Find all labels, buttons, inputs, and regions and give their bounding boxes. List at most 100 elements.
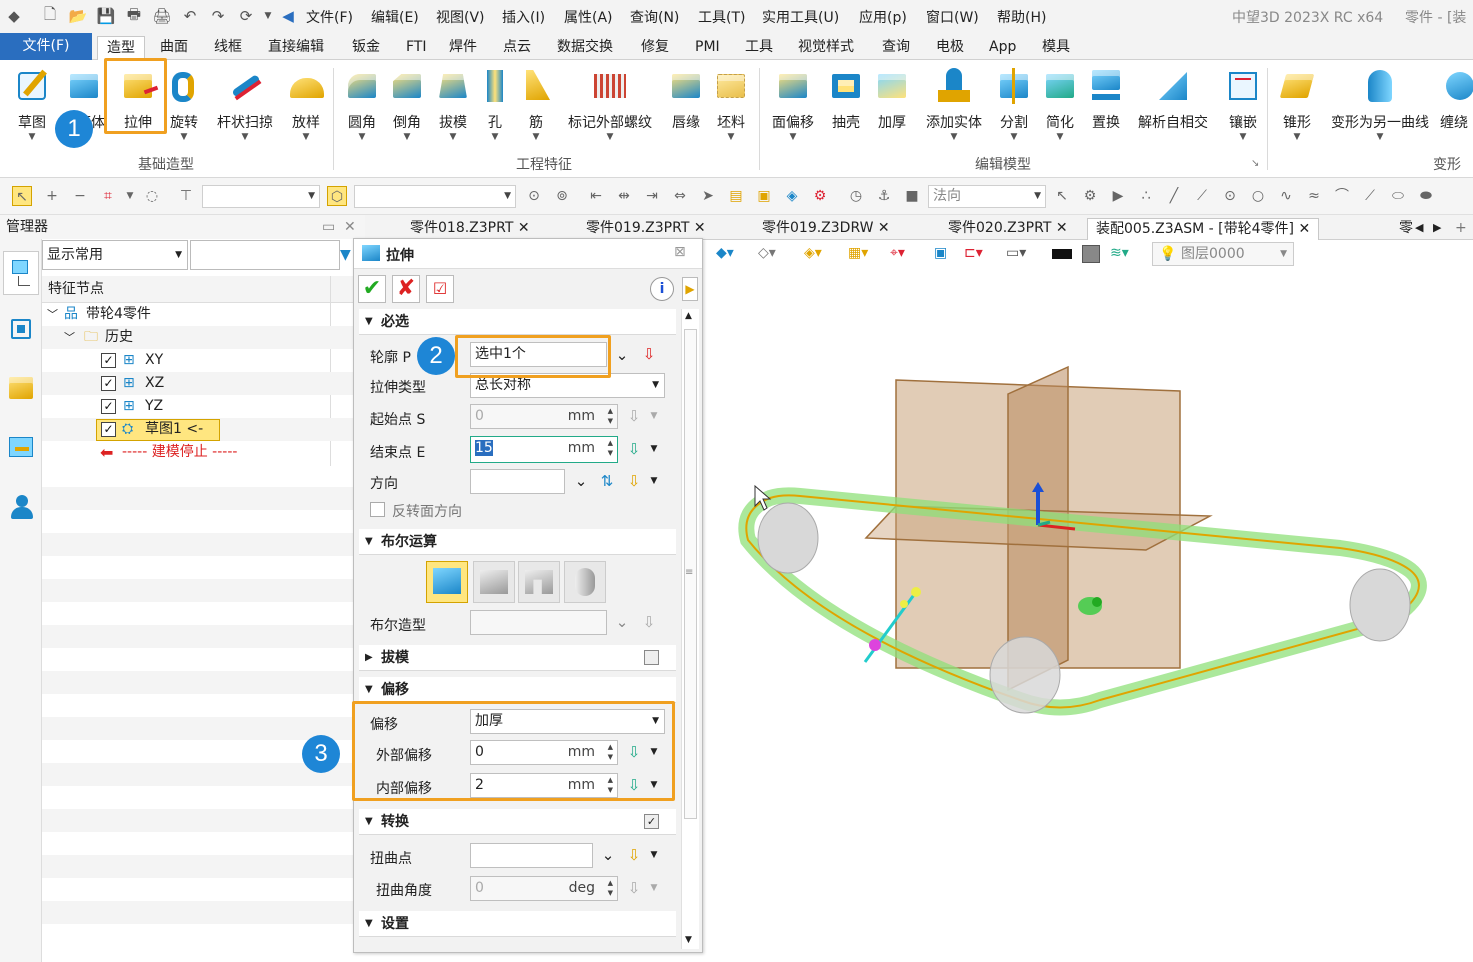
section-transform[interactable]: ▼ 转换 ✓	[359, 809, 676, 835]
line2-icon[interactable]: ⟋	[1192, 186, 1212, 206]
tab-direct-edit[interactable]: 直接编辑	[268, 36, 324, 60]
new-tab-icon[interactable]: +	[1455, 218, 1467, 240]
tab-tools[interactable]: 工具	[745, 36, 773, 60]
cursor2-icon[interactable]: ↖	[1052, 186, 1072, 206]
menu-tools[interactable]: 工具(T)	[698, 7, 745, 27]
chevron-down-icon[interactable]: ▼	[120, 186, 140, 206]
new-file-icon[interactable]: 🗋	[40, 5, 60, 26]
color-gray-icon[interactable]	[1082, 245, 1100, 263]
pick-b-icon[interactable]: ⊚	[552, 186, 572, 206]
section-icon[interactable]: ⊏▾	[964, 245, 983, 261]
scroll-down-icon[interactable]: ▼	[685, 935, 692, 945]
tab-electrode[interactable]: 电极	[936, 36, 964, 60]
tab-point-cloud[interactable]: 点云	[503, 36, 531, 60]
tree-row-stop[interactable]: ⬅ ----- 建模停止 -----	[42, 441, 365, 464]
tab-pmi[interactable]: PMI	[695, 36, 720, 60]
checkbox-checked[interactable]: ✓	[101, 422, 116, 437]
pick-twist-icon[interactable]: ⇩	[625, 846, 643, 864]
open-file-icon[interactable]: 📂	[68, 6, 88, 26]
menu-query[interactable]: 查询(N)	[630, 7, 679, 27]
wrap-button[interactable]: 缠绕	[1440, 66, 1473, 146]
bool-shape-field[interactable]	[470, 610, 607, 635]
chevron-down-icon[interactable]: ▼	[645, 472, 663, 490]
pick-start-icon[interactable]: ⇩	[625, 407, 643, 425]
tab-repair[interactable]: 修复	[641, 36, 669, 60]
part-icon[interactable]: ◈	[782, 186, 802, 206]
measure-icon[interactable]: ⚙	[810, 186, 830, 206]
3d-viewport[interactable]	[700, 270, 1473, 962]
inlay-button[interactable]: 镶嵌 ▼	[1216, 66, 1270, 146]
doc-tab-drawing019[interactable]: 零件019.Z3DRW ✕	[762, 218, 890, 240]
shaded-icon[interactable]: ◆▾	[716, 245, 734, 261]
tree-search-input[interactable]	[190, 240, 340, 270]
tree-row-xz[interactable]: ✓ ⊞ XZ	[42, 372, 365, 395]
wireframe-icon[interactable]: ◇▾	[758, 245, 776, 261]
stop-icon[interactable]: ■	[902, 186, 922, 206]
chevron-down-icon[interactable]: ▼	[645, 879, 663, 897]
taper-button[interactable]: 锥形 ▼	[1270, 66, 1324, 146]
green-handle[interactable]	[1078, 597, 1102, 615]
pick-a-icon[interactable]: ⊙	[524, 186, 544, 206]
wave-icon[interactable]: ≈	[1304, 186, 1324, 206]
spinner-icon[interactable]: ▲ ▼	[608, 406, 613, 426]
reverse-face-checkbox[interactable]	[370, 502, 385, 517]
add-icon[interactable]: +	[42, 186, 62, 206]
align-center-icon[interactable]: ⇹	[614, 186, 634, 206]
color-black-icon[interactable]	[1052, 249, 1072, 259]
tab-sheetmetal[interactable]: 钣金	[352, 36, 380, 60]
align-right-icon[interactable]: ⇥	[642, 186, 662, 206]
chevron-down-icon[interactable]: ▼	[645, 440, 663, 458]
tab-scroll-left-icon[interactable]: ◀	[1415, 218, 1423, 240]
select-pointer-icon[interactable]: ↖	[12, 186, 32, 206]
doc-tab-more[interactable]: 零	[1399, 218, 1413, 240]
doc-tab-part020[interactable]: 零件020.Z3PRT ✕	[948, 218, 1068, 240]
undo-icon[interactable]: ↶	[180, 6, 200, 26]
loft-button[interactable]: 放样 ▼	[279, 66, 333, 146]
checkbox-checked[interactable]: ✓	[101, 353, 116, 368]
pick-bool-icon[interactable]: ⇩	[640, 613, 658, 631]
rod-sweep-button[interactable]: 杆状扫掠 ▼	[214, 66, 276, 146]
part-view-icon[interactable]	[7, 375, 35, 403]
target-icon[interactable]: ⌖▾	[890, 245, 905, 261]
align-left-icon[interactable]: ⇤	[586, 186, 606, 206]
circle-icon[interactable]: ○	[1248, 186, 1268, 206]
pulley-bottom[interactable]	[989, 636, 1061, 714]
filter-icon[interactable]: ⊤	[176, 186, 196, 206]
menu-apps[interactable]: 应用(p)	[859, 7, 907, 27]
flip-direction-icon[interactable]: ⇅	[598, 472, 616, 490]
close-icon[interactable]: ✕	[1056, 220, 1068, 236]
redo-icon[interactable]: ↷	[208, 6, 228, 26]
panel-scrollbar[interactable]: ▲ ≡ ▼	[681, 309, 699, 949]
sketch-button[interactable]: 草图 ▼	[5, 66, 59, 146]
assembly-tree-icon[interactable]	[7, 315, 35, 343]
menu-utilities[interactable]: 实用工具(U)	[762, 7, 839, 27]
twist-angle-field[interactable]: 0 deg ▲ ▼	[470, 876, 618, 901]
display-filter-select[interactable]: 显示常用 ▼	[42, 240, 188, 270]
menu-window[interactable]: 窗口(W)	[926, 7, 979, 27]
bool-intersect-button[interactable]	[564, 561, 606, 603]
line-icon[interactable]: ╱	[1164, 186, 1184, 206]
checkbox-checked[interactable]: ✓	[101, 376, 116, 391]
menu-insert[interactable]: 插入(I)	[502, 7, 545, 27]
normal-combo[interactable]: 法向 ▼	[928, 185, 1046, 208]
close-icon[interactable]: ✕	[694, 220, 706, 236]
filter-combo[interactable]: ▼	[202, 185, 320, 208]
tree-row-root[interactable]: ﹀ 品 带轮4零件	[42, 303, 365, 326]
layers-icon[interactable]: ≋▾	[1110, 245, 1129, 261]
tab-weldment[interactable]: 焊件	[449, 36, 477, 60]
tab-data-exchange[interactable]: 数据交换	[557, 36, 613, 60]
section-offset[interactable]: ▼ 偏移	[359, 677, 676, 703]
checkbox-checked[interactable]: ✓	[101, 399, 116, 414]
tab-app[interactable]: App	[989, 36, 1016, 60]
tab-surface[interactable]: 曲面	[160, 36, 188, 60]
print-setup-icon[interactable]: 🖨	[152, 6, 172, 26]
cancel-button[interactable]: ✘	[392, 275, 420, 303]
surface2-icon[interactable]: ⬬	[1416, 186, 1436, 206]
thread-button[interactable]: 标记外部螺纹 ▼	[563, 66, 657, 146]
group-expand-icon[interactable]: ↘	[1251, 158, 1259, 169]
anchor-icon[interactable]: ⚓	[874, 186, 894, 206]
fit-icon[interactable]: ▣	[934, 245, 947, 261]
axis-icon[interactable]: ⟋	[1360, 186, 1380, 206]
display-icon[interactable]: ▭▾	[1006, 245, 1026, 261]
funnel-icon[interactable]: ▼	[340, 247, 351, 263]
